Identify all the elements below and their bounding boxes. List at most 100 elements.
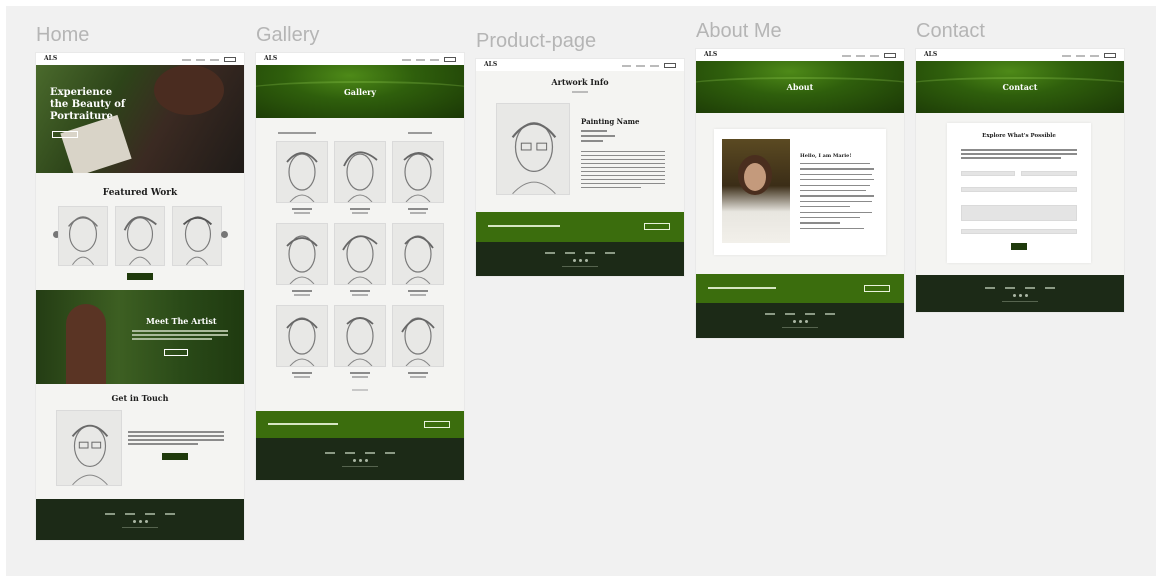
message-field[interactable] <box>961 205 1077 221</box>
frame-gallery[interactable]: ALS Gallery <box>256 53 464 480</box>
frame-label-gallery[interactable]: Gallery <box>256 24 319 47</box>
footer-links[interactable] <box>36 513 244 515</box>
gallery-artwork[interactable] <box>392 223 444 285</box>
bio-text-line <box>132 330 228 332</box>
about-text-line <box>800 184 870 186</box>
meet-artist-title: Meet The Artist <box>146 316 217 326</box>
description-line <box>581 151 665 153</box>
gallery-artwork[interactable] <box>334 305 386 367</box>
bio-text-line <box>132 334 228 336</box>
artwork-caption <box>408 290 428 292</box>
logo[interactable]: ALS <box>44 55 57 62</box>
footer-links[interactable] <box>256 452 464 454</box>
frame-about-me[interactable]: ALS About Hello, I am Marie! <box>696 49 904 338</box>
gallery-artwork[interactable] <box>392 141 444 203</box>
copyright-line <box>1002 301 1038 302</box>
subject-field[interactable] <box>961 229 1077 234</box>
cta-button[interactable] <box>644 223 670 230</box>
footer <box>696 303 904 338</box>
artwork-caption <box>292 290 312 292</box>
pagination[interactable] <box>352 389 368 391</box>
hero-section: Experience the Beauty of Portraiture <box>36 65 244 173</box>
copyright-line <box>562 266 598 267</box>
artwork-caption <box>350 372 370 374</box>
about-text-line <box>800 227 864 229</box>
sort-control[interactable] <box>408 132 432 134</box>
copyright-line <box>342 466 378 467</box>
footer <box>916 275 1124 312</box>
gallery-artwork[interactable] <box>392 305 444 367</box>
contact-form-title: Explore What's Possible <box>982 133 1056 139</box>
cta-button[interactable] <box>424 421 450 428</box>
breadcrumb[interactable] <box>572 91 588 93</box>
footer-links[interactable] <box>476 252 684 254</box>
nav-bar: ALS <box>476 59 684 71</box>
email-field[interactable] <box>961 187 1077 192</box>
form-intro-line <box>961 153 1077 155</box>
cta-text <box>488 225 560 227</box>
frame-label-about-me[interactable]: About Me <box>696 20 782 43</box>
frame-label-contact[interactable]: Contact <box>916 20 985 43</box>
artwork-image[interactable] <box>496 103 570 195</box>
social-icons[interactable] <box>476 259 684 262</box>
copyright-line <box>782 327 818 328</box>
about-text-line <box>800 163 870 165</box>
about-text-line <box>800 211 872 213</box>
nav-bar: ALS <box>256 53 464 65</box>
artist-photo <box>66 304 106 384</box>
logo[interactable]: ALS <box>264 55 277 62</box>
gallery-artwork[interactable] <box>334 223 386 285</box>
artwork-caption <box>352 212 368 214</box>
artwork-info-title: Artwork Info <box>551 77 609 87</box>
frame-contact[interactable]: ALS Contact Explore What's Possible <box>916 49 1124 312</box>
featured-artwork[interactable] <box>172 206 222 266</box>
carousel-next-button[interactable] <box>221 231 228 238</box>
about-greeting: Hello, I am Marie! <box>800 153 852 159</box>
about-text-line <box>800 173 872 175</box>
cta-button[interactable] <box>864 285 890 292</box>
featured-artwork[interactable] <box>115 206 165 266</box>
last-name-field[interactable] <box>1021 171 1077 176</box>
meet-artist-section: Meet The Artist <box>36 290 244 384</box>
artwork-caption <box>352 376 368 378</box>
hero-button[interactable] <box>52 131 78 138</box>
artwork-caption <box>352 294 368 296</box>
about-card: Hello, I am Marie! <box>714 129 886 255</box>
social-icons[interactable] <box>36 520 244 523</box>
view-gallery-button[interactable] <box>127 273 153 280</box>
frame-home[interactable]: ALS Experience the Beauty of Portraiture… <box>36 53 244 540</box>
social-icons[interactable] <box>916 294 1124 297</box>
cta-bar <box>476 212 684 242</box>
social-icons[interactable] <box>256 459 464 462</box>
cta-bar <box>256 411 464 438</box>
nav-bar: ALS <box>696 49 904 61</box>
artwork-caption <box>350 290 370 292</box>
frame-product-page[interactable]: ALS Artwork Info Painting Name <box>476 59 684 276</box>
submit-button[interactable] <box>1011 243 1027 250</box>
footer-links[interactable] <box>696 313 904 315</box>
contact-text-line <box>128 435 224 437</box>
filter-tabs[interactable] <box>278 132 316 134</box>
contact-text-line <box>128 443 198 445</box>
footer <box>476 242 684 276</box>
artwork-caption <box>294 294 310 296</box>
contact-button[interactable] <box>162 453 188 460</box>
featured-artwork[interactable] <box>58 206 108 266</box>
artist-portrait-photo <box>722 139 790 243</box>
gallery-artwork[interactable] <box>334 141 386 203</box>
gallery-artwork[interactable] <box>276 223 328 285</box>
social-icons[interactable] <box>696 320 904 323</box>
logo[interactable]: ALS <box>704 51 717 58</box>
frame-label-product-page[interactable]: Product-page <box>476 30 596 53</box>
logo[interactable]: ALS <box>924 51 937 58</box>
logo[interactable]: ALS <box>484 61 497 68</box>
description-line <box>581 171 665 173</box>
gallery-artwork[interactable] <box>276 141 328 203</box>
gallery-artwork[interactable] <box>276 305 328 367</box>
learn-more-button[interactable] <box>164 349 188 356</box>
contact-text-line <box>128 431 224 433</box>
description-line <box>581 187 641 189</box>
footer-links[interactable] <box>916 287 1124 289</box>
frame-label-home[interactable]: Home <box>36 24 89 47</box>
first-name-field[interactable] <box>961 171 1015 176</box>
